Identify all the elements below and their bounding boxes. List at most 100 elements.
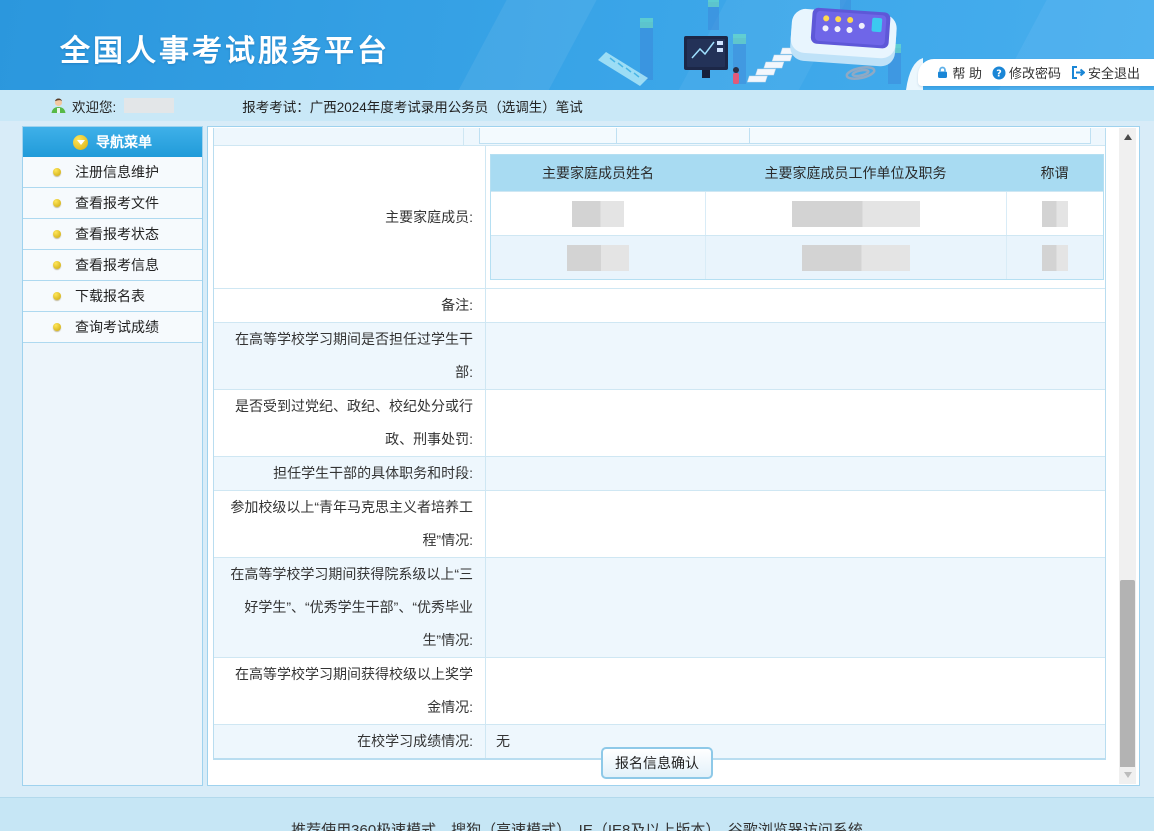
chevron-down-icon bbox=[73, 135, 88, 150]
page-body: 导航菜单 注册信息维护查看报考文件查看报考状态查看报考信息下载报名表查询考试成绩… bbox=[0, 121, 1154, 797]
browser-recommendation-text: 推荐使用360极速模式、搜狗（高速模式）、IE（IE8及以上版本）、谷歌浏览器访… bbox=[291, 819, 863, 831]
logout-icon bbox=[1071, 66, 1085, 79]
family-table-row bbox=[491, 235, 1103, 279]
sidebar-nav-header[interactable]: 导航菜单 bbox=[23, 127, 202, 157]
partial-cell bbox=[749, 128, 1090, 143]
row-label bbox=[214, 128, 463, 146]
confirm-registration-button[interactable]: 报名信息确认 bbox=[601, 747, 713, 779]
family-cell bbox=[491, 192, 705, 235]
header-illustration-isometric bbox=[588, 0, 923, 90]
bullet-icon bbox=[53, 199, 61, 207]
sidebar-items: 注册信息维护查看报考文件查看报考状态查看报考信息下载报名表查询考试成绩 bbox=[23, 157, 202, 343]
row-label: 备注: bbox=[214, 289, 485, 322]
table-row-7: 在高等学校学习期间获得校级以上奖学金情况: bbox=[214, 658, 1105, 725]
form-rows: 备注:在高等学校学习期间是否担任过学生干部:是否受到过党纪、政纪、校纪处分或行政… bbox=[214, 289, 1105, 759]
arrow-up-icon bbox=[1124, 130, 1132, 140]
family-cell bbox=[491, 236, 705, 279]
bullet-icon bbox=[53, 261, 61, 269]
exam-label: 报考考试：广西2024年度考试录用公务员（选调生）笔试 bbox=[242, 96, 583, 116]
family-col-header: 主要家庭成员姓名 bbox=[491, 155, 705, 191]
table-row-6: 在高等学校学习期间获得院系级以上“三好学生”、“优秀学生干部”、“优秀毕业生”情… bbox=[214, 558, 1105, 658]
family-cell bbox=[1006, 236, 1103, 279]
family-members-table: 主要家庭成员姓名主要家庭成员工作单位及职务称谓 bbox=[490, 154, 1104, 280]
header-streak bbox=[443, 0, 607, 90]
scrollbar-thumb[interactable] bbox=[1120, 580, 1135, 772]
sidebar-item-6[interactable]: 查询考试成绩 bbox=[23, 312, 202, 343]
row-label: 在高等学校学习期间获得院系级以上“三好学生”、“优秀学生干部”、“优秀毕业生”情… bbox=[214, 558, 485, 657]
row-label: 在高等学校学习期间是否担任过学生干部: bbox=[214, 323, 485, 389]
lock-icon bbox=[936, 66, 949, 79]
application-info-table: 主要家庭成员: 主要家庭成员姓名主要家庭成员工作单位及职务称谓 备注:在高等学校… bbox=[213, 128, 1106, 760]
arrow-down-icon bbox=[1124, 772, 1132, 782]
sidebar-item-label: 下载报名表 bbox=[75, 286, 145, 306]
row-value bbox=[485, 289, 1105, 322]
scroll-up-button[interactable] bbox=[1119, 128, 1136, 145]
sidebar-item-3[interactable]: 查看报考状态 bbox=[23, 219, 202, 250]
sidebar-item-2[interactable]: 查看报考文件 bbox=[23, 188, 202, 219]
row-value bbox=[485, 558, 1105, 657]
bullet-icon bbox=[53, 230, 61, 238]
bullet-icon bbox=[53, 292, 61, 300]
sidebar-item-label: 注册信息维护 bbox=[75, 162, 159, 182]
sidebar-item-5[interactable]: 下载报名表 bbox=[23, 281, 202, 312]
sidebar-item-label: 查看报考状态 bbox=[75, 224, 159, 244]
row-label: 担任学生干部的具体职务和时段: bbox=[214, 457, 485, 490]
partial-inner-table bbox=[479, 128, 1091, 144]
table-row-family-members: 主要家庭成员: 主要家庭成员姓名主要家庭成员工作单位及职务称谓 bbox=[214, 146, 1105, 289]
table-row-partial bbox=[214, 128, 1105, 146]
family-col-header: 主要家庭成员工作单位及职务 bbox=[705, 155, 1006, 191]
bullet-icon bbox=[53, 323, 61, 331]
row-label: 参加校级以上“青年马克思主义者培养工程”情况: bbox=[214, 491, 485, 557]
row-value bbox=[485, 491, 1105, 557]
family-table-rows bbox=[491, 191, 1103, 279]
row-value bbox=[485, 323, 1105, 389]
utility-link-logout[interactable]: 安全退出 bbox=[1071, 63, 1140, 82]
svg-text:?: ? bbox=[996, 68, 1002, 79]
welcome-greeting: 欢迎您: bbox=[72, 96, 116, 116]
utility-link-help[interactable]: 帮 助 bbox=[936, 63, 982, 82]
welcome-bar: 欢迎您: 报考考试：广西2024年度考试录用公务员（选调生）笔试 bbox=[0, 90, 1154, 121]
sidebar-item-1[interactable]: 注册信息维护 bbox=[23, 157, 202, 188]
sidebar-nav: 导航菜单 注册信息维护查看报考文件查看报考状态查看报考信息下载报名表查询考试成绩 bbox=[22, 126, 203, 786]
family-table-header: 主要家庭成员姓名主要家庭成员工作单位及职务称谓 bbox=[491, 155, 1103, 191]
site-title: 全国人事考试服务平台 bbox=[60, 26, 390, 70]
question-icon: ? bbox=[992, 66, 1006, 80]
redacted-text bbox=[792, 201, 920, 227]
sidebar-item-label: 查询考试成绩 bbox=[75, 317, 159, 337]
user-avatar-icon bbox=[50, 97, 67, 114]
table-row-2: 在高等学校学习期间是否担任过学生干部: bbox=[214, 323, 1105, 390]
row-value bbox=[463, 128, 1105, 146]
redacted-text bbox=[567, 245, 629, 271]
family-table-row bbox=[491, 191, 1103, 235]
app-header: 全国人事考试服务平台 bbox=[0, 0, 1154, 90]
family-col-header: 称谓 bbox=[1006, 155, 1103, 191]
partial-cell bbox=[480, 128, 616, 143]
table-row-4: 担任学生干部的具体职务和时段: bbox=[214, 457, 1105, 491]
page-footer: 推荐使用360极速模式、搜狗（高速模式）、IE（IE8及以上版本）、谷歌浏览器访… bbox=[0, 797, 1154, 831]
table-row-1: 备注: bbox=[214, 289, 1105, 323]
sidebar-nav-title: 导航菜单 bbox=[96, 132, 152, 152]
vertical-scrollbar-track[interactable] bbox=[1119, 128, 1136, 784]
utility-bar: 帮 助? 修改密码安全退出 bbox=[918, 59, 1154, 86]
redacted-text bbox=[1042, 245, 1068, 271]
table-row-5: 参加校级以上“青年马克思主义者培养工程”情况: bbox=[214, 491, 1105, 558]
family-cell bbox=[705, 192, 1006, 235]
redacted-username bbox=[124, 98, 174, 113]
row-label: 是否受到过党纪、政纪、校纪处分或行政、刑事处罚: bbox=[214, 390, 485, 456]
table-row-3: 是否受到过党纪、政纪、校纪处分或行政、刑事处罚: bbox=[214, 390, 1105, 457]
utility-link-label: 帮 助 bbox=[952, 63, 982, 82]
family-cell bbox=[1006, 192, 1103, 235]
sidebar-item-4[interactable]: 查看报考信息 bbox=[23, 250, 202, 281]
content-panel: 主要家庭成员: 主要家庭成员姓名主要家庭成员工作单位及职务称谓 备注:在高等学校… bbox=[207, 126, 1140, 786]
utility-link-change-password[interactable]: ? 修改密码 bbox=[992, 63, 1061, 82]
row-value: 主要家庭成员姓名主要家庭成员工作单位及职务称谓 bbox=[485, 146, 1105, 288]
redacted-text bbox=[572, 201, 624, 227]
scroll-down-button[interactable] bbox=[1119, 767, 1136, 784]
utility-link-label: 修改密码 bbox=[1009, 63, 1061, 82]
bullet-icon bbox=[53, 168, 61, 176]
row-label: 在高等学校学习期间获得校级以上奖学金情况: bbox=[214, 658, 485, 724]
family-cell bbox=[705, 236, 1006, 279]
redacted-text bbox=[1042, 201, 1068, 227]
partial-cell bbox=[616, 128, 749, 143]
sidebar-item-label: 查看报考文件 bbox=[75, 193, 159, 213]
